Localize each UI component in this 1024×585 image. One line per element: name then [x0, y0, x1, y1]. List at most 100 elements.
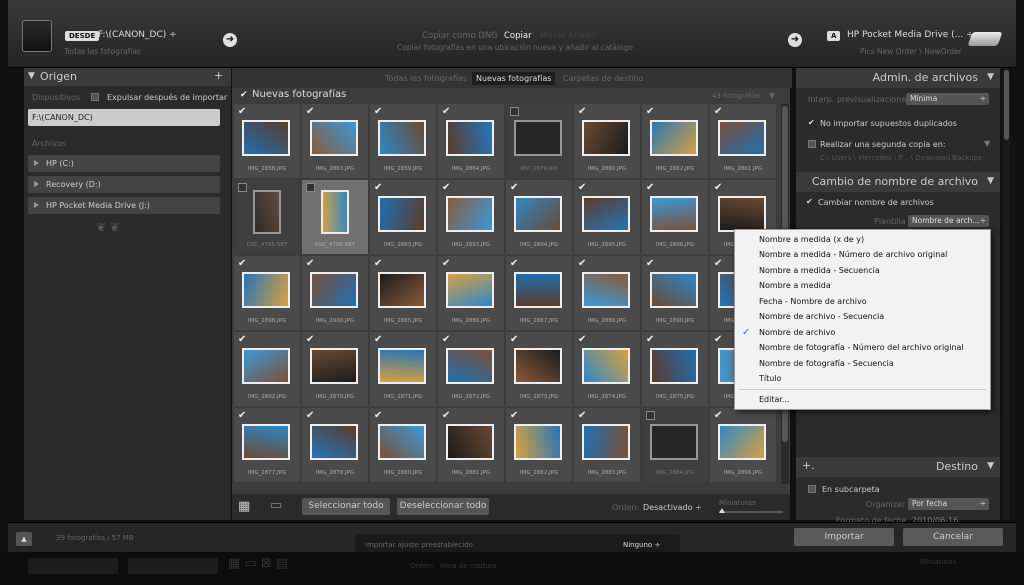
- photo-thumbnail[interactable]: [310, 348, 358, 384]
- rename-header[interactable]: Cambio de nombre de archivo ▼: [796, 172, 1000, 192]
- collapse-triangle-icon[interactable]: ▼: [769, 91, 775, 100]
- photo-checkbox[interactable]: ✔: [238, 107, 247, 117]
- photo-thumbnail[interactable]: [718, 196, 766, 232]
- photo-thumbnail[interactable]: [242, 424, 290, 460]
- slider-handle[interactable]: [719, 508, 725, 513]
- options-scrollbar[interactable]: [1003, 68, 1010, 520]
- photo-cell[interactable]: ✔ IMG_2870.JPG: [302, 332, 368, 406]
- photo-cell[interactable]: ✔ IMG_2886.JPG: [438, 256, 504, 330]
- photo-checkbox[interactable]: [306, 183, 315, 192]
- photo-checkbox[interactable]: [510, 107, 519, 116]
- template-menu-item[interactable]: Nombre de archivo: [759, 328, 835, 337]
- photo-thumbnail[interactable]: [310, 120, 358, 156]
- photo-checkbox[interactable]: ✔: [510, 335, 519, 345]
- mode-copy-dng[interactable]: Copiar como DNG: [422, 31, 498, 41]
- photo-thumbnail[interactable]: [242, 272, 290, 308]
- photo-thumbnail[interactable]: [446, 272, 494, 308]
- tab-destination-folders[interactable]: Carpetas de destino: [563, 74, 644, 83]
- template-menu-item[interactable]: Nombre a medida: [759, 281, 831, 290]
- mode-copy[interactable]: Copiar: [504, 31, 532, 41]
- photo-thumbnail[interactable]: [650, 272, 698, 308]
- template-menu-item[interactable]: Editar...: [759, 395, 790, 404]
- template-menu-item[interactable]: Nombre de fotografía - Secuencia: [759, 359, 894, 368]
- photo-checkbox[interactable]: ✔: [510, 411, 519, 421]
- photo-checkbox[interactable]: [646, 411, 655, 420]
- section-check-icon[interactable]: ✔: [240, 90, 248, 100]
- template-menu-item[interactable]: Nombre a medida (x de y): [759, 235, 864, 244]
- photo-cell[interactable]: ✔ IMG_2898.JPG: [234, 256, 300, 330]
- photo-checkbox[interactable]: ✔: [714, 411, 723, 421]
- preset-select[interactable]: Ninguno ÷: [623, 541, 660, 549]
- photo-checkbox[interactable]: ✔: [374, 107, 383, 117]
- photo-checkbox[interactable]: ✔: [306, 335, 315, 345]
- rename-check-icon[interactable]: ✔: [806, 197, 813, 206]
- photo-checkbox[interactable]: ✔: [510, 183, 519, 193]
- template-menu-item[interactable]: Nombre a medida - Número de archivo orig…: [759, 250, 947, 259]
- photo-cell[interactable]: ✔ IMG_2888.JPG: [574, 256, 640, 330]
- photo-thumbnail[interactable]: [446, 196, 494, 232]
- photo-checkbox[interactable]: ✔: [374, 183, 383, 193]
- photo-thumbnail[interactable]: [378, 196, 426, 232]
- template-select[interactable]: Nombre de arch... ÷: [908, 215, 989, 227]
- photo-cell[interactable]: ✔ IMG_2893.JPG: [438, 180, 504, 254]
- photo-checkbox[interactable]: ✔: [714, 335, 723, 345]
- tab-all-photos[interactable]: Todas las fotografías: [385, 74, 467, 83]
- photo-checkbox[interactable]: ✔: [714, 259, 723, 269]
- photo-cell[interactable]: ✔ IMG_2858.JPG: [234, 104, 300, 178]
- photo-checkbox[interactable]: ✔: [238, 259, 247, 269]
- photo-cell[interactable]: DSC_4796.NEF: [302, 180, 368, 254]
- deselect-all-button[interactable]: Deseleccionar todo: [397, 498, 489, 515]
- source-panel-header[interactable]: ▼ Origen +: [24, 68, 231, 86]
- photo-checkbox[interactable]: ✔: [306, 107, 315, 117]
- photo-checkbox[interactable]: ✔: [578, 411, 587, 421]
- photo-cell[interactable]: ✔ IMG_2860.JPG: [574, 104, 640, 178]
- photo-cell[interactable]: ✔ IMG_2882.JPG: [506, 408, 572, 482]
- import-button[interactable]: Importar: [794, 528, 894, 546]
- photo-cell[interactable]: ✔ IMG_2874.JPG: [574, 332, 640, 406]
- photo-thumbnail[interactable]: [650, 120, 698, 156]
- photo-cell[interactable]: ✔ IMG_2880.JPG: [370, 408, 436, 482]
- photo-thumbnail[interactable]: [514, 120, 562, 156]
- photo-checkbox[interactable]: ✔: [578, 335, 587, 345]
- photo-cell[interactable]: ✔ IMG_2861.JPG: [710, 104, 776, 178]
- photo-checkbox[interactable]: ✔: [374, 335, 383, 345]
- expand-up-icon[interactable]: ▲: [16, 532, 32, 546]
- photo-thumbnail[interactable]: [446, 424, 494, 460]
- photo-checkbox[interactable]: ✔: [238, 411, 247, 421]
- photo-checkbox[interactable]: ✔: [578, 183, 587, 193]
- source-path[interactable]: F:\(CANON_DC) ÷: [98, 30, 177, 40]
- photo-cell[interactable]: ✔ IMG_2875.JPG: [642, 332, 708, 406]
- photo-cell[interactable]: ✔ IMG_2864.JPG: [438, 104, 504, 178]
- destination-header[interactable]: +. Destino ▼: [796, 457, 1000, 477]
- photo-thumbnail[interactable]: [310, 424, 358, 460]
- photo-checkbox[interactable]: ✔: [442, 335, 451, 345]
- photo-thumbnail[interactable]: [446, 348, 494, 384]
- photo-checkbox[interactable]: ✔: [306, 259, 315, 269]
- photo-thumbnail[interactable]: [253, 190, 281, 234]
- photo-cell[interactable]: ✔ IMG_2878.JPG: [302, 408, 368, 482]
- photo-cell[interactable]: ✔ IMG_2859.JPG: [370, 104, 436, 178]
- photo-cell[interactable]: ✔ IMG_2871.JPG: [370, 332, 436, 406]
- template-menu-item[interactable]: Nombre a medida - Secuencia: [759, 266, 880, 275]
- photo-checkbox[interactable]: ✔: [510, 259, 519, 269]
- photo-thumbnail[interactable]: [582, 120, 630, 156]
- photo-checkbox[interactable]: ✔: [646, 259, 655, 269]
- photo-checkbox[interactable]: ✔: [374, 259, 383, 269]
- cancel-button[interactable]: Cancelar: [903, 528, 1003, 546]
- thumbnail-size-slider[interactable]: [719, 511, 783, 513]
- file-mgmt-header[interactable]: Admin. de archivos ▼: [796, 68, 1000, 88]
- photo-thumbnail[interactable]: [446, 120, 494, 156]
- photo-cell[interactable]: ✔ IMG_2883.JPG: [574, 408, 640, 482]
- photo-thumbnail[interactable]: [378, 120, 426, 156]
- photo-thumbnail[interactable]: [514, 424, 562, 460]
- photo-thumbnail[interactable]: [242, 120, 290, 156]
- photo-thumbnail[interactable]: [582, 196, 630, 232]
- photo-thumbnail[interactable]: [321, 190, 349, 234]
- photo-thumbnail[interactable]: [718, 120, 766, 156]
- tab-new-photos[interactable]: Nuevas fotografías: [472, 72, 556, 85]
- photo-thumbnail[interactable]: [378, 348, 426, 384]
- photo-cell[interactable]: ✔ IMG_2885.JPG: [370, 256, 436, 330]
- photo-cell[interactable]: ✔ IMG_2887.JPG: [506, 256, 572, 330]
- photo-thumbnail[interactable]: [310, 272, 358, 308]
- photo-cell[interactable]: ✔ IMG_2863.JPG: [302, 104, 368, 178]
